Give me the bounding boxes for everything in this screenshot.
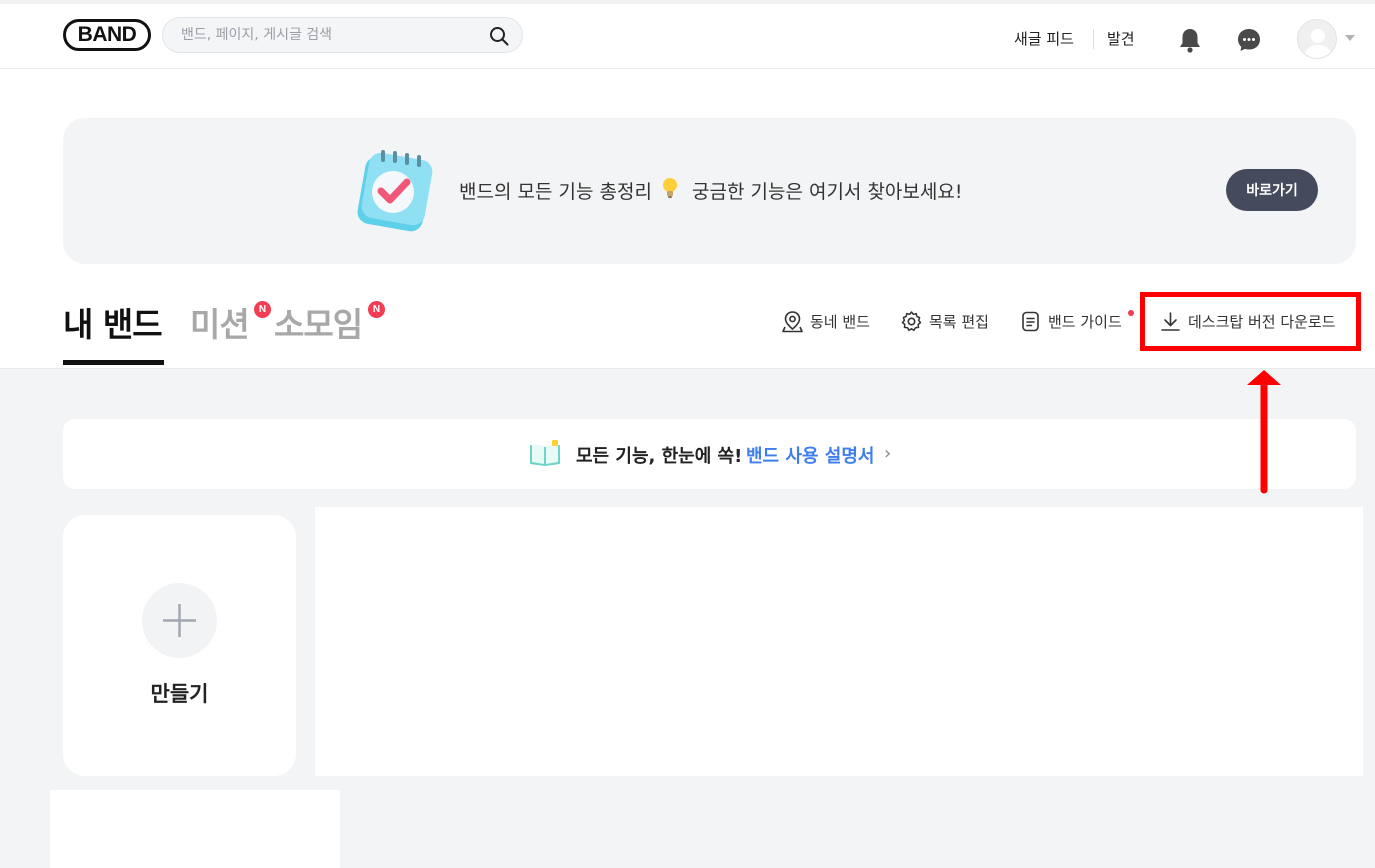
band-guide-button[interactable]: 밴드 가이드 <box>1019 309 1122 333</box>
calendar-check-icon <box>357 150 433 232</box>
list-edit-label: 목록 편집 <box>929 312 989 331</box>
tab-mission[interactable]: 미션 <box>190 298 250 346</box>
band-card-placeholder <box>50 790 340 868</box>
band-logo[interactable]: BAND <box>63 19 151 51</box>
band-guide-label: 밴드 가이드 <box>1048 312 1122 331</box>
neighborhood-band-label: 동네 밴드 <box>810 312 870 331</box>
document-icon <box>1022 311 1039 331</box>
active-tab-indicator <box>63 360 164 365</box>
tab-small-group[interactable]: 소모임 <box>274 298 363 346</box>
banner-subtext: 궁금한 기능은 여기서 찾아보세요! <box>692 181 963 203</box>
usage-guide-bar[interactable]: 모든 기능, 한눈에 쏙! 밴드 사용 설명서 › <box>63 419 1356 489</box>
new-badge: N <box>368 301 385 318</box>
search-input[interactable] <box>181 18 481 52</box>
gear-icon <box>901 310 922 331</box>
guide-text: 모든 기능, 한눈에 쏙! <box>576 446 743 467</box>
avatar-placeholder-icon <box>1304 29 1332 58</box>
create-circle <box>142 583 217 658</box>
nav-divider <box>1093 29 1094 49</box>
highlight-box <box>1140 292 1361 351</box>
lightbulb-icon <box>663 178 677 198</box>
chevron-right-icon: › <box>884 443 892 464</box>
band-list-panel <box>315 507 1363 776</box>
list-edit-button[interactable]: 목록 편집 <box>900 309 989 333</box>
book-icon <box>530 440 560 466</box>
go-shortcut-button[interactable]: 바로가기 <box>1226 169 1318 211</box>
location-pin-icon <box>782 310 803 332</box>
search-box[interactable] <box>162 17 523 53</box>
nav-new-feed[interactable]: 새글 피드 <box>1014 28 1074 49</box>
neighborhood-band-button[interactable]: 동네 밴드 <box>781 309 870 333</box>
create-label: 만들기 <box>150 682 209 706</box>
new-badge: N <box>254 301 271 318</box>
banner-text: 밴드의 모든 기능 총정리 <box>459 181 652 203</box>
feature-banner: 밴드의 모든 기능 총정리 궁금한 기능은 여기서 찾아보세요! 바로가기 <box>63 118 1356 264</box>
red-arrow-annotation <box>1247 370 1281 494</box>
nav-discover[interactable]: 발견 <box>1107 28 1135 49</box>
usage-guide-link[interactable]: 밴드 사용 설명서 <box>746 442 874 468</box>
create-band-card[interactable]: 만들기 <box>63 515 296 776</box>
search-icon[interactable] <box>488 25 510 47</box>
tab-my-band[interactable]: 내 밴드 <box>63 298 163 346</box>
chat-icon[interactable] <box>1236 27 1262 53</box>
plus-icon <box>163 604 196 637</box>
notification-dot <box>1128 310 1134 316</box>
user-avatar[interactable] <box>1297 19 1337 59</box>
chevron-down-icon[interactable] <box>1345 35 1355 41</box>
top-header: BAND 새글 피드 발견 <box>0 0 1375 69</box>
bell-icon[interactable] <box>1177 26 1203 54</box>
